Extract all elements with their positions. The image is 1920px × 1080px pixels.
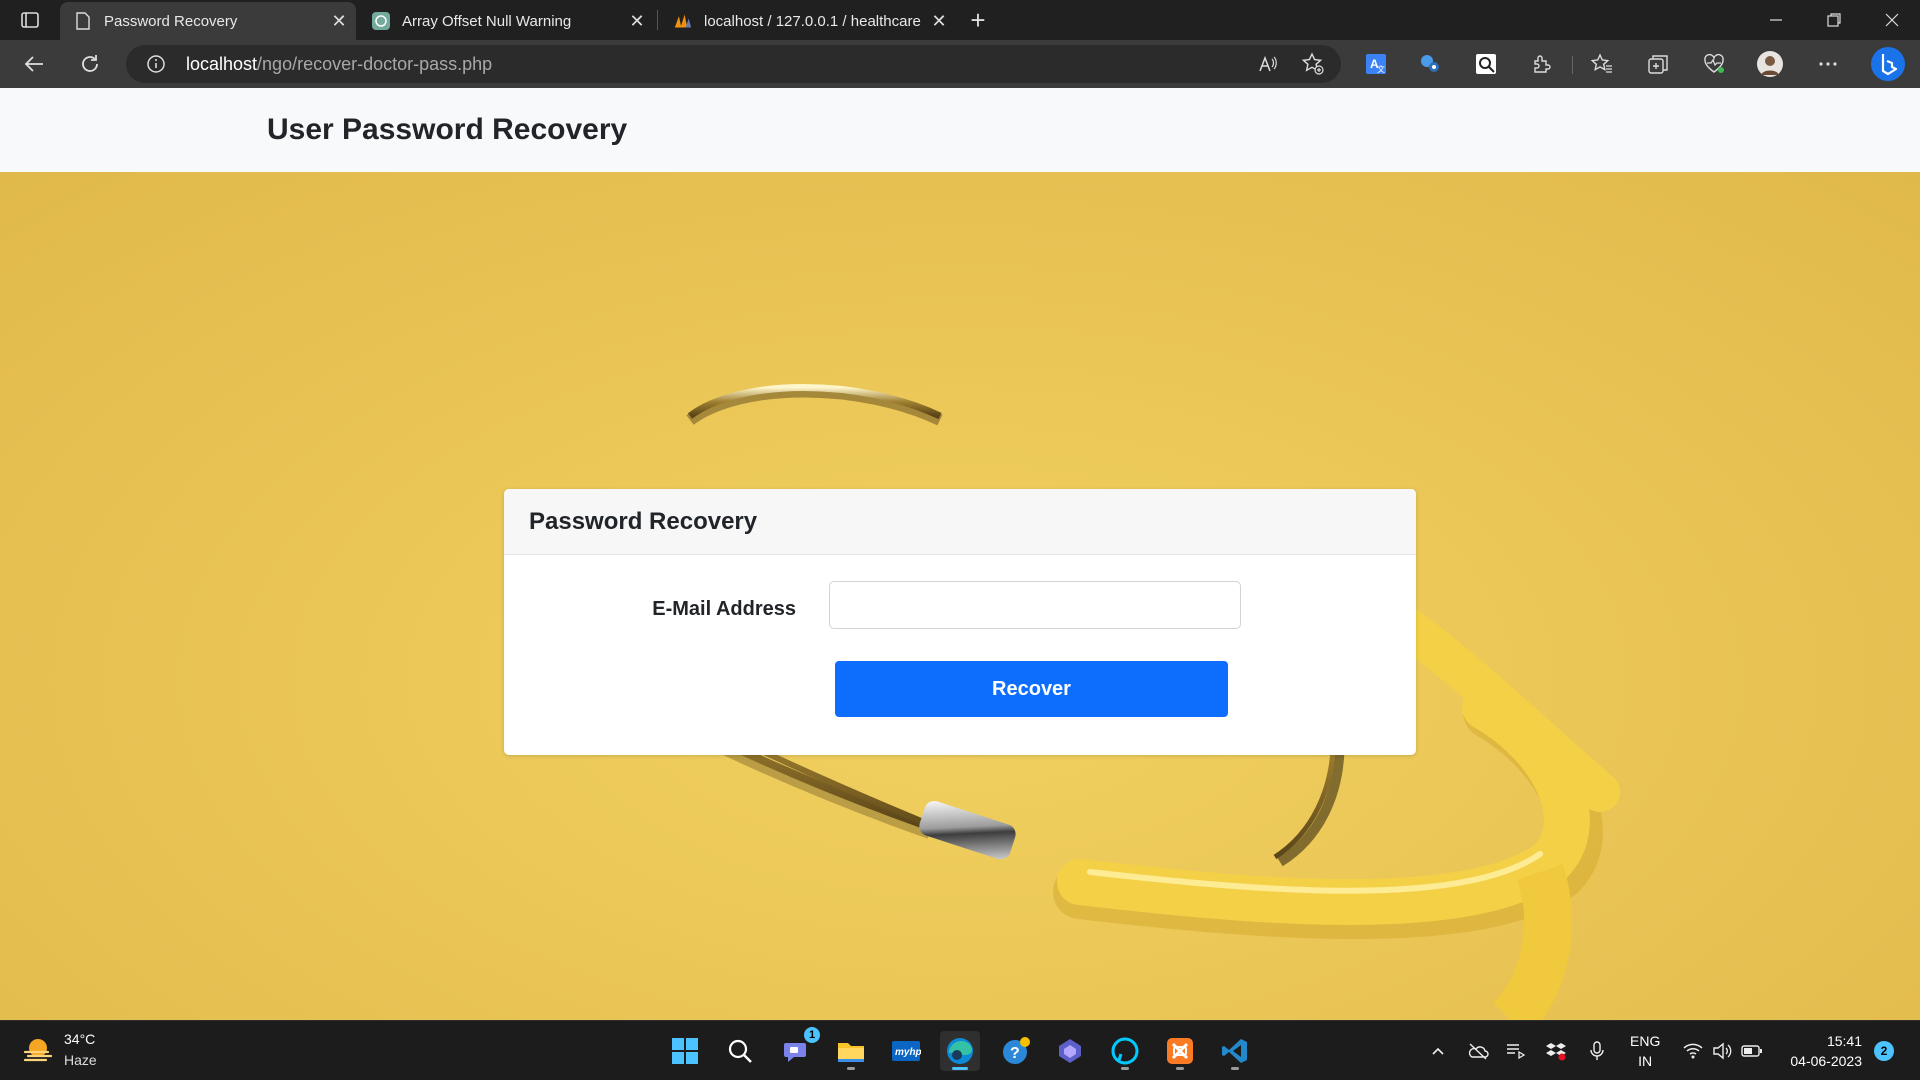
windows-taskbar: 34°C Haze 1 myhp ? ENG IN 15:41 04-06-20… <box>0 1020 1920 1080</box>
search-icon[interactable] <box>720 1031 760 1071</box>
browser-tab-bar: Password Recovery ✕ Array Offset Null Wa… <box>0 0 1920 40</box>
svg-text:文: 文 <box>1377 64 1385 74</box>
weather-desc[interactable]: Haze <box>64 1052 97 1068</box>
running-indicator <box>1121 1067 1129 1070</box>
page-title: User Password Recovery <box>267 113 628 146</box>
new-tab-button[interactable]: + <box>962 4 994 36</box>
clock-time: 15:41 <box>1826 1033 1862 1049</box>
toolbar-separator <box>1572 56 1573 74</box>
page-icon <box>74 12 92 30</box>
running-indicator <box>847 1067 855 1070</box>
weather-haze-icon[interactable] <box>22 1035 54 1067</box>
tab-array-offset[interactable]: Array Offset Null Warning ✕ <box>358 2 654 40</box>
favorites-icon[interactable] <box>1588 50 1616 78</box>
tab-title: Password Recovery <box>104 12 238 30</box>
onedrive-offline-icon[interactable] <box>1465 1038 1491 1064</box>
running-indicator <box>952 1067 968 1070</box>
chatgpt-icon <box>372 12 390 30</box>
url-host: localhost <box>186 54 258 74</box>
refresh-icon[interactable] <box>72 46 108 82</box>
bing-copilot-icon[interactable] <box>1870 46 1906 82</box>
language-indicator[interactable]: ENG IN <box>1630 1031 1660 1071</box>
lang-code: ENG <box>1630 1033 1661 1049</box>
chevron-up-icon[interactable] <box>1425 1038 1451 1064</box>
file-explorer-icon[interactable] <box>831 1031 871 1071</box>
card-header: Password Recovery <box>504 489 1416 555</box>
minimize-icon[interactable] <box>1748 0 1804 40</box>
get-help-icon[interactable]: ? <box>996 1031 1036 1071</box>
card-title: Password Recovery <box>529 508 758 535</box>
tab-title: localhost / 127.0.0.1 / healthcare <box>704 12 921 30</box>
chat-badge: 1 <box>804 1027 820 1043</box>
recover-button[interactable]: Recover <box>835 661 1228 717</box>
power-automate-icon[interactable] <box>1050 1031 1090 1071</box>
image-search-icon[interactable] <box>1472 50 1500 78</box>
tab-actions-icon[interactable] <box>14 8 46 32</box>
dropbox-icon[interactable] <box>1543 1038 1569 1064</box>
close-tab-icon[interactable]: ✕ <box>324 6 354 36</box>
edge-icon[interactable] <box>940 1031 980 1071</box>
read-aloud-icon[interactable] <box>1256 52 1280 76</box>
tab-divider <box>657 10 658 30</box>
extension-search-icon[interactable] <box>1416 50 1444 78</box>
tab-phpmyadmin[interactable]: localhost / 127.0.0.1 / healthcare ✕ <box>660 2 956 40</box>
hero-background: Password Recovery E-Mail Address Recover <box>0 172 1920 1020</box>
close-tab-icon[interactable]: ✕ <box>924 6 954 36</box>
clock-date: 04-06-2023 <box>1790 1053 1862 1069</box>
email-label: E-Mail Address <box>652 598 796 620</box>
microphone-icon[interactable] <box>1584 1038 1610 1064</box>
web-page: User Password Recovery Password Recovery… <box>0 88 1920 1020</box>
tab-title: Array Offset Null Warning <box>402 12 572 30</box>
add-favorite-icon[interactable] <box>1301 52 1325 76</box>
phpmyadmin-icon <box>674 12 692 30</box>
extensions-icon[interactable] <box>1528 50 1556 78</box>
site-info-icon[interactable] <box>146 54 166 74</box>
weather-temp[interactable]: 34°C <box>64 1031 95 1047</box>
browser-toolbar: localhost/ngo/recover-doctor-pass.php A文 <box>0 40 1920 88</box>
profile-avatar[interactable] <box>1756 50 1784 78</box>
svg-text:?: ? <box>1010 1045 1020 1062</box>
alexa-icon[interactable] <box>1105 1031 1145 1071</box>
translate-icon[interactable]: A文 <box>1362 50 1390 78</box>
address-bar[interactable]: localhost/ngo/recover-doctor-pass.php <box>126 45 1341 83</box>
vscode-icon[interactable] <box>1215 1031 1255 1071</box>
start-icon[interactable] <box>665 1031 705 1071</box>
running-indicator <box>1176 1067 1184 1070</box>
volume-icon[interactable] <box>1709 1038 1735 1064</box>
svg-text:myhp: myhp <box>895 1047 921 1058</box>
close-window-icon[interactable] <box>1864 0 1920 40</box>
xampp-icon[interactable] <box>1160 1031 1200 1071</box>
more-options-icon[interactable] <box>1814 50 1842 78</box>
tab-password-recovery[interactable]: Password Recovery ✕ <box>60 2 356 40</box>
url-path: /ngo/recover-doctor-pass.php <box>257 54 493 74</box>
wifi-icon[interactable] <box>1680 1038 1706 1064</box>
notification-badge[interactable]: 2 <box>1874 1041 1894 1061</box>
clock[interactable]: 15:41 04-06-2023 <box>1778 1031 1862 1071</box>
myhp-icon[interactable]: myhp <box>886 1031 926 1071</box>
url-text[interactable]: localhost/ngo/recover-doctor-pass.php <box>186 54 492 75</box>
browser-essentials-icon[interactable] <box>1700 50 1728 78</box>
recovery-card: Password Recovery E-Mail Address Recover <box>504 489 1416 755</box>
teams-chat-icon[interactable]: 1 <box>776 1027 820 1071</box>
close-tab-icon[interactable]: ✕ <box>622 6 652 36</box>
battery-icon[interactable] <box>1739 1038 1765 1064</box>
lang-region: IN <box>1638 1053 1653 1069</box>
back-icon[interactable] <box>16 46 52 82</box>
collections-icon[interactable] <box>1644 50 1672 78</box>
site-header: User Password Recovery <box>0 88 1920 172</box>
restore-icon[interactable] <box>1806 0 1862 40</box>
running-indicator <box>1231 1067 1239 1070</box>
notes-tray-icon[interactable] <box>1503 1038 1529 1064</box>
email-field[interactable] <box>829 581 1241 629</box>
